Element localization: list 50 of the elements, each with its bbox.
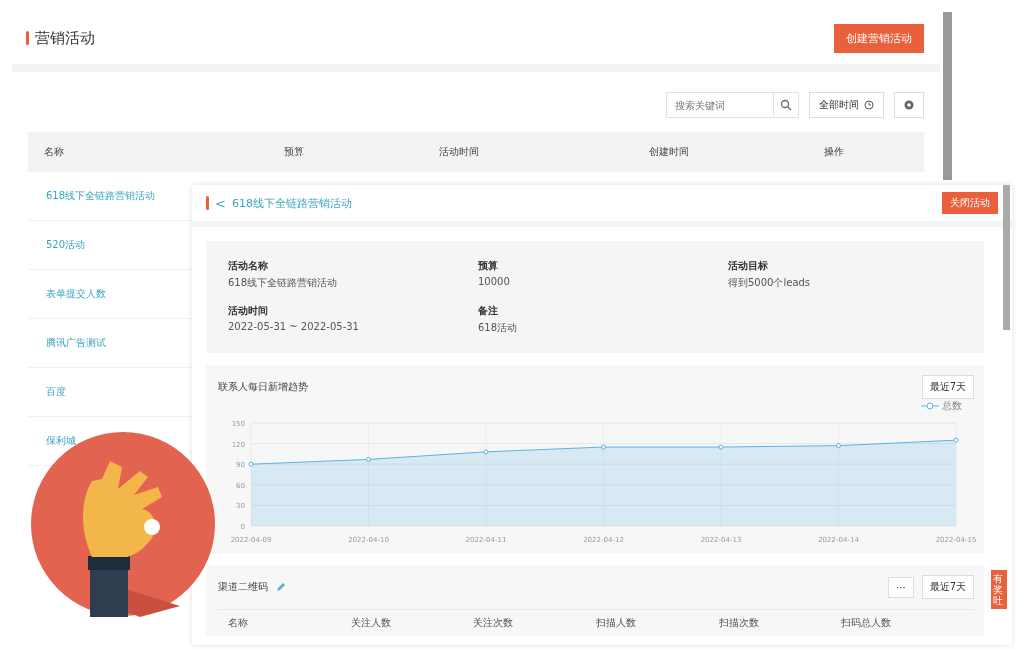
time-filter-button[interactable]: 全部时间	[809, 92, 884, 118]
field-label: 活动名称	[228, 259, 269, 273]
field-label: 活动时间	[228, 304, 269, 318]
field-value: 618活动	[478, 321, 519, 335]
search-icon	[780, 99, 792, 111]
column-header: 操作	[824, 145, 844, 159]
campaign-name-link[interactable]: 520活动	[46, 238, 86, 252]
section-title: 渠道二维码	[218, 580, 268, 594]
campaign-name-link[interactable]: 腾讯广告测试	[46, 336, 106, 350]
legend-line-icon	[921, 402, 939, 410]
field-value: 得到5000个leads	[728, 276, 812, 290]
column-header: 名称	[228, 616, 249, 630]
field-label: 预算	[478, 259, 499, 273]
scrollbar[interactable]	[1003, 185, 1010, 330]
create-campaign-button[interactable]: 创建营销活动	[834, 23, 924, 53]
field-value: 10000	[478, 276, 511, 287]
settings-button[interactable]	[894, 92, 924, 118]
column-header: 预算	[284, 145, 305, 159]
campaign-name-link[interactable]: 618线下全链路营销活动	[46, 189, 156, 203]
edit-icon[interactable]	[276, 582, 286, 592]
settings-icon	[903, 99, 915, 111]
column-header: 关注次数	[473, 616, 515, 630]
column-header: 活动时间	[439, 145, 480, 159]
field-value: 2022-05-31 ~ 2022-05-31	[228, 321, 360, 332]
field-value: 618线下全链路营销活动	[228, 276, 339, 290]
chart-title: 联系人每日新增趋势	[218, 380, 308, 394]
back-button[interactable]: <	[215, 195, 226, 211]
search-button[interactable]	[774, 92, 799, 118]
search-field[interactable]: 搜索关键词	[666, 92, 774, 118]
date-range-button[interactable]: 最近7天	[921, 375, 974, 399]
close-campaign-button[interactable]: 关闭活动	[942, 192, 998, 214]
column-header: 名称	[44, 145, 65, 159]
date-range-button[interactable]: 最近7天	[921, 575, 974, 599]
column-header: 扫描次数	[718, 616, 760, 630]
column-header: 关注人数	[350, 616, 392, 630]
column-header: 创建时间	[649, 145, 690, 159]
more-button[interactable]: ···	[888, 576, 914, 598]
clock-icon	[864, 100, 874, 110]
page-title: 营销活动	[35, 28, 96, 48]
column-header: 扫描人数	[596, 616, 637, 630]
legend-label: 总数	[942, 399, 962, 413]
column-header: 扫码总人数	[841, 616, 893, 630]
field-label: 备注	[478, 304, 499, 318]
campaign-name-link[interactable]: 保利城	[46, 434, 76, 448]
campaign-title: 618线下全链路营销活动	[231, 195, 353, 211]
scrollbar[interactable]	[943, 12, 952, 180]
field-label: 活动目标	[728, 259, 769, 273]
campaign-name-link[interactable]: 百度	[46, 385, 66, 399]
feedback-tab[interactable]: 有奖吐	[991, 570, 1007, 609]
campaign-name-link[interactable]: 表单提交人数	[46, 287, 106, 301]
